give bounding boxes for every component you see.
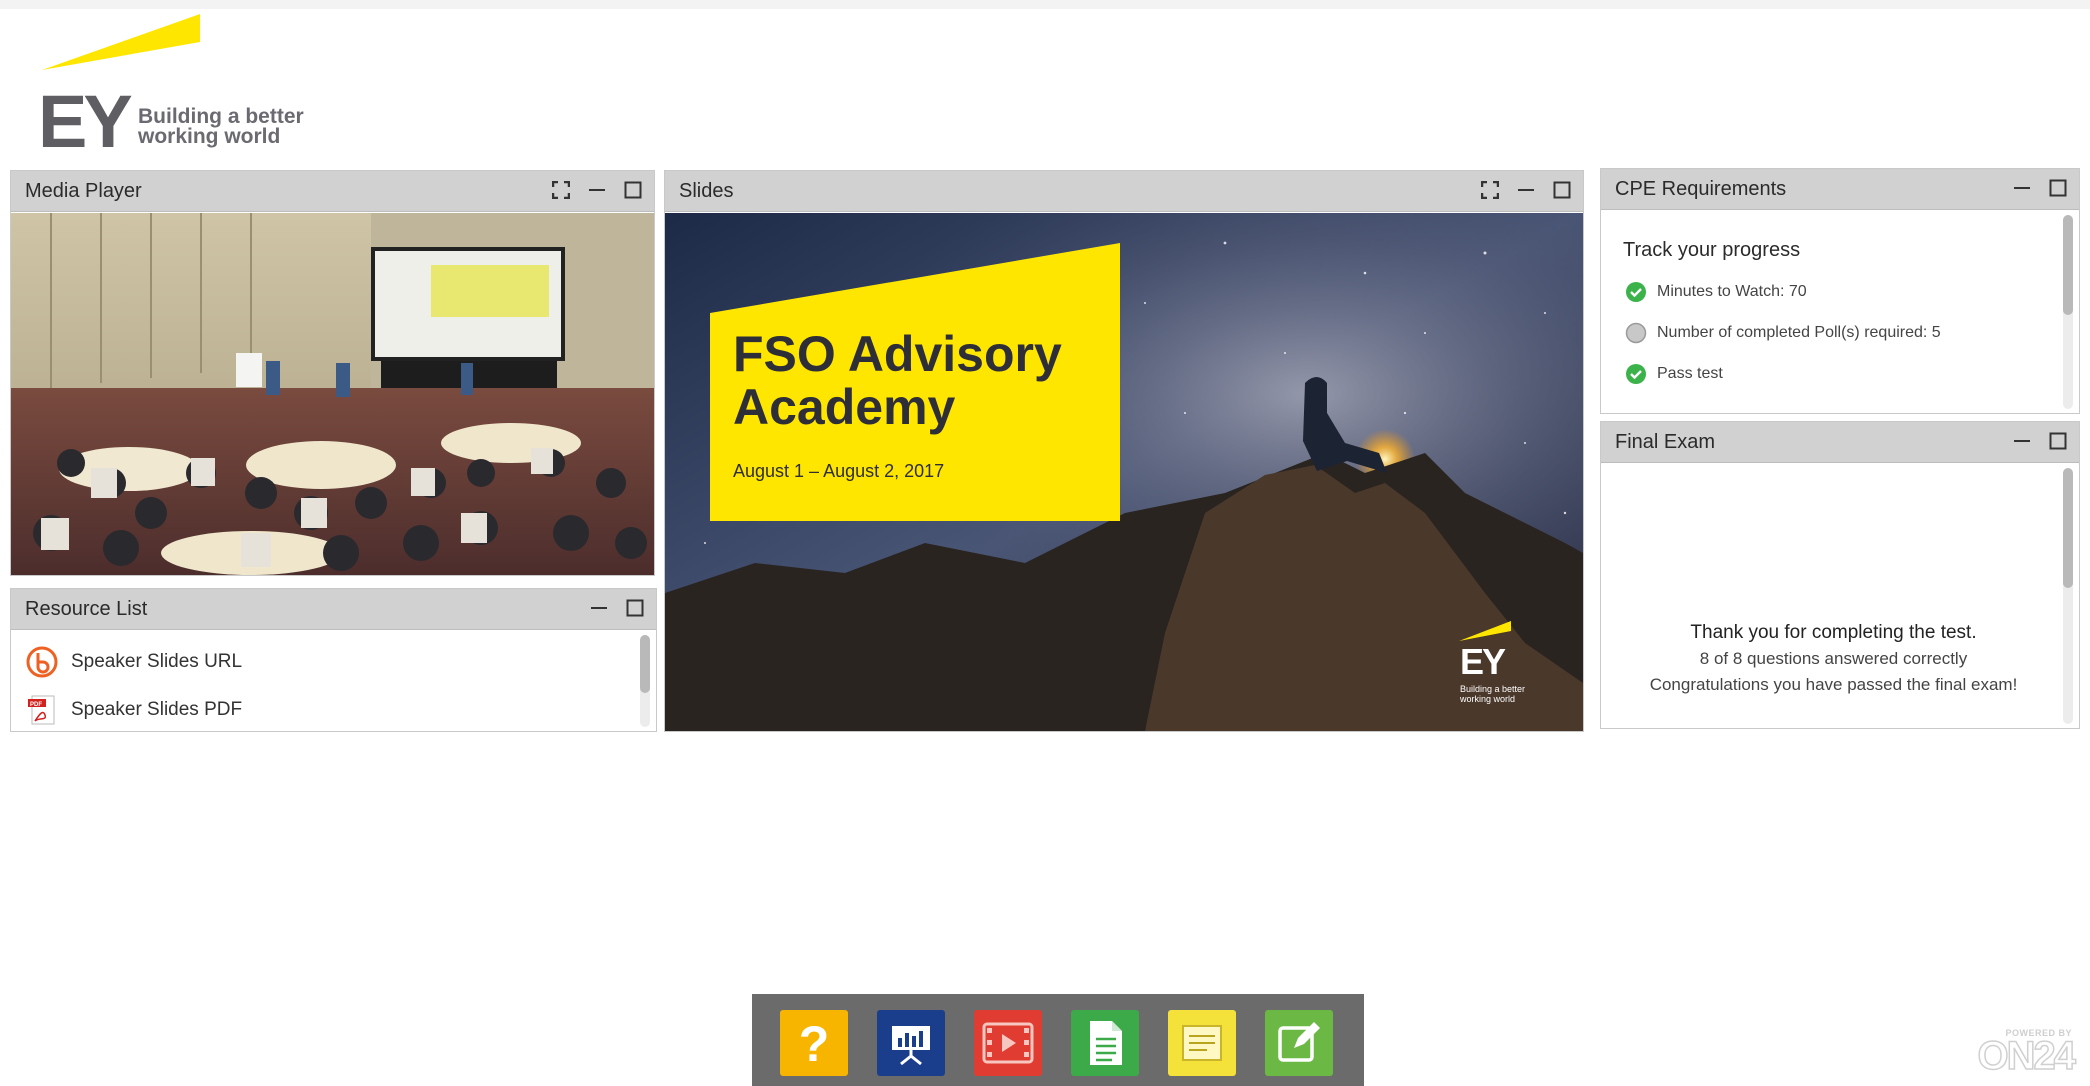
fullscreen-icon[interactable] <box>550 179 572 201</box>
svg-text:PDF: PDF <box>30 702 42 708</box>
resource-list-panel: Resource List Speaker Slides URL PDF Spe… <box>10 588 657 732</box>
help-button[interactable]: ? <box>780 1010 848 1076</box>
scrollbar-thumb[interactable] <box>2063 215 2073 315</box>
cpe-item-pass-test: Pass test <box>1625 363 1723 385</box>
cpe-item-minutes: Minutes to Watch: 70 <box>1625 281 1807 303</box>
cpe-requirements-panel: CPE Requirements Track your progress Min… <box>1600 168 2080 414</box>
maximize-icon[interactable] <box>622 179 644 201</box>
panel-title: Slides <box>679 180 734 202</box>
slide-logo-tagline: Building a better working world <box>1460 684 1526 704</box>
edit-icon <box>1278 1022 1320 1062</box>
resource-item-label: Speaker Slides URL <box>71 651 243 672</box>
final-exam-panel: Final Exam Thank you for completing the … <box>1600 421 2080 729</box>
media-player-header: Media Player <box>11 171 654 212</box>
survey-button[interactable] <box>1265 1010 1333 1076</box>
exam-congrats: Congratulations you have passed the fina… <box>1649 675 2018 694</box>
resource-item-slides-pdf[interactable]: PDF Speaker Slides PDF <box>25 693 242 727</box>
exam-thank-you: Thank you for completing the test. <box>1690 622 1977 643</box>
exam-score: 8 of 8 questions answered correctly <box>1699 649 1968 668</box>
document-icon <box>1090 1021 1122 1065</box>
on24-brand: ON24 <box>1977 1033 2077 1079</box>
cpe-scrollbar[interactable] <box>2063 215 2073 409</box>
scrollbar-thumb[interactable] <box>2063 468 2073 588</box>
slide-logo: EY <box>1460 641 1506 682</box>
logo-tagline: Building a better working world <box>138 105 304 148</box>
conference-room-video-frame <box>11 213 654 575</box>
final-exam-scrollbar[interactable] <box>2063 468 2073 724</box>
svg-text:?: ? <box>799 1016 830 1071</box>
cpe-header: CPE Requirements <box>1601 169 2079 210</box>
question-icon: ? <box>799 1016 830 1071</box>
media-player-button[interactable] <box>974 1010 1042 1076</box>
check-circle-icon <box>1626 364 1646 384</box>
top-strip <box>0 0 2090 9</box>
slide-date: August 1 – August 2, 2017 <box>733 461 945 481</box>
maximize-icon[interactable] <box>1551 179 1573 201</box>
bitly-link-icon <box>26 646 58 678</box>
panel-title: Resource List <box>25 598 148 620</box>
panel-title: CPE Requirements <box>1615 178 1787 200</box>
ey-logo: EY Building a better working world <box>38 12 318 162</box>
cpe-item-polls: Number of completed Poll(s) required: 5 <box>1625 322 1941 344</box>
scrollbar-thumb[interactable] <box>640 635 650 693</box>
slides-button[interactable] <box>877 1010 945 1076</box>
logo-beam-icon <box>42 14 200 70</box>
maximize-icon[interactable] <box>2047 430 2069 452</box>
final-exam-header: Final Exam <box>1601 422 2079 463</box>
media-player-panel: Media Player <box>10 170 655 576</box>
minimize-icon[interactable] <box>588 597 610 619</box>
empty-circle-icon <box>1625 322 1647 344</box>
panel-title: Media Player <box>25 180 142 202</box>
slides-header: Slides <box>665 171 1583 212</box>
minimize-icon[interactable] <box>586 179 608 201</box>
maximize-icon[interactable] <box>2047 177 2069 199</box>
on24-logo: POWERED BY ON24 <box>1970 1028 2080 1079</box>
slide-logo-beam-icon <box>1459 621 1511 641</box>
slides-panel: Slides FSO Advisory Academy August 1 – A… <box>664 170 1584 732</box>
resources-button[interactable] <box>1071 1010 1139 1076</box>
slide-view[interactable]: FSO Advisory Academy August 1 – August 2… <box>665 213 1583 731</box>
video-icon <box>982 1022 1034 1064</box>
minimize-icon[interactable] <box>2011 430 2033 452</box>
maximize-icon[interactable] <box>624 597 646 619</box>
fullscreen-icon[interactable] <box>1479 179 1501 201</box>
cpe-heading: Track your progress <box>1623 239 1801 261</box>
widget-dock: ? <box>752 994 1364 1086</box>
notepad-icon <box>1182 1025 1222 1061</box>
resource-list-scrollbar[interactable] <box>640 635 650 727</box>
presentation-icon <box>892 1026 930 1066</box>
panel-title: Final Exam <box>1615 431 1716 453</box>
pdf-icon: PDF <box>28 695 55 725</box>
slide-title: FSO Advisory Academy <box>733 326 1062 435</box>
minimize-icon[interactable] <box>2011 177 2033 199</box>
logo-text: EY <box>38 80 133 163</box>
resource-list-header: Resource List <box>11 589 656 630</box>
check-circle-icon <box>1626 282 1646 302</box>
resource-item-label: Speaker Slides PDF <box>71 699 243 720</box>
minimize-icon[interactable] <box>1515 179 1537 201</box>
resource-item-slides-url[interactable]: Speaker Slides URL <box>25 645 242 679</box>
notes-button[interactable] <box>1168 1010 1236 1076</box>
video-player[interactable] <box>11 213 654 575</box>
